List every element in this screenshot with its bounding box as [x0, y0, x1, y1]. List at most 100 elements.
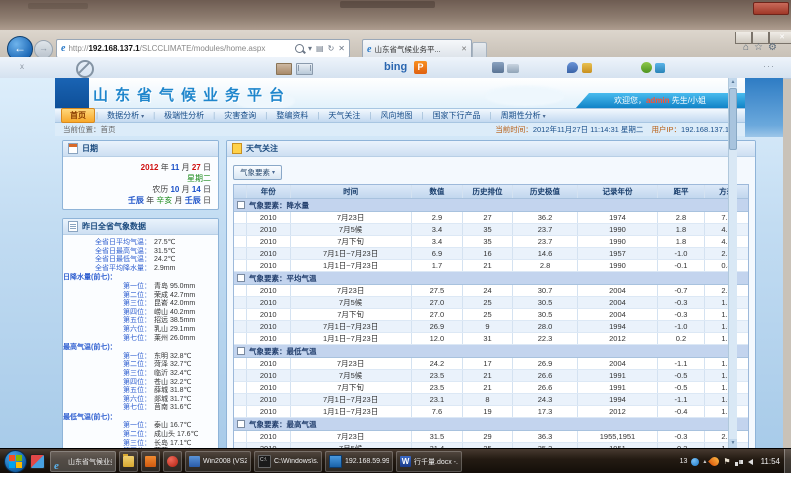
group-header-row[interactable]: 气象要素：最高气温: [234, 418, 748, 431]
table-row[interactable]: 20101月1日~7月23日12.03122.320120.21.6: [234, 333, 748, 345]
nav-item-5[interactable]: 天气关注: [320, 109, 368, 122]
table-cell: 2010: [247, 406, 291, 417]
browser-tab[interactable]: e 山东省气候业务平... ✕: [362, 39, 472, 58]
taskbar-button-word[interactable]: 行千量.docx -...: [396, 451, 462, 472]
taskbar-button-ie[interactable]: 山东省气候业务平...: [50, 451, 116, 472]
taskbar-button-cmd[interactable]: C:\Windows\s...: [254, 451, 322, 472]
nav-item-0[interactable]: 首页: [61, 108, 95, 123]
partner-badge-icon[interactable]: P: [414, 61, 427, 74]
mail-icon[interactable]: [296, 63, 313, 75]
group-checkbox[interactable]: [237, 201, 245, 209]
table-cell: 27: [463, 212, 513, 223]
group-header-row[interactable]: 气象要素：最低气温: [234, 345, 748, 358]
table-row[interactable]: 20107月下旬27.02530.52004-0.31.6: [234, 309, 748, 321]
nav-item-6[interactable]: 风向地图: [372, 109, 420, 122]
element-filter-button[interactable]: 气象要素 ▾: [233, 165, 282, 180]
tab-close-icon[interactable]: ✕: [461, 45, 467, 53]
stats-panel-title: 昨日全省气象数据: [82, 221, 146, 232]
compatibility-view-icon[interactable]: ▤: [316, 44, 324, 53]
toolbar-overflow-icon[interactable]: ···: [763, 61, 775, 71]
nav-item-label: 首页: [70, 111, 86, 120]
antivirus-tray-icon[interactable]: [709, 455, 722, 468]
page-scrollbar[interactable]: ▲ ▼: [728, 78, 737, 448]
blocked-icon[interactable]: [76, 60, 94, 78]
scroll-up-icon[interactable]: ▲: [729, 78, 737, 87]
taskbar-button-vm[interactable]: Win2008 (VS2...: [185, 451, 251, 472]
show-hidden-icons[interactable]: ▴: [703, 458, 706, 465]
show-desktop-button[interactable]: [784, 449, 791, 473]
highlighter-icon[interactable]: [582, 63, 592, 73]
rank-value: 莒南 31.6℃: [151, 404, 191, 413]
taskbar-button-folder[interactable]: [119, 451, 138, 472]
taskbar-button-orange-app[interactable]: [141, 451, 160, 472]
table-row[interactable]: 20107月23日31.52936.31955,1951-0.32.5: [234, 431, 748, 443]
nav-item-4[interactable]: 整编资料: [268, 109, 316, 122]
stats-panel-header: 昨日全省气象数据: [63, 219, 218, 235]
nav-item-1[interactable]: 数据分析▾: [99, 109, 152, 122]
table-cell: 4.8: [705, 224, 748, 235]
nav-item-8[interactable]: 周期性分析▾: [493, 109, 554, 122]
scrollbar-thumb[interactable]: [729, 88, 737, 150]
home-icon[interactable]: ⌂: [743, 42, 749, 53]
calendar-icon: [68, 143, 78, 154]
table-cell: 27.0: [412, 297, 464, 308]
table-cell: 24: [463, 285, 513, 296]
taskbar-button-media[interactable]: [163, 451, 182, 472]
table-cell: 7.6: [412, 406, 464, 417]
table-row[interactable]: 20107月1日~7月23日23.1824.31994-1.11.0: [234, 394, 748, 406]
share-icon[interactable]: [641, 62, 652, 73]
table-row[interactable]: 20101月1日~7月23日7.61917.32012-0.41.6: [234, 406, 748, 418]
scroll-down-icon[interactable]: ▼: [729, 439, 737, 448]
table-row[interactable]: 20107月1日~7月23日26.9928.01994-1.01.0: [234, 321, 748, 333]
row-checkbox-col: [234, 224, 247, 235]
translate-icon[interactable]: [655, 63, 665, 73]
refresh-icon[interactable]: ↻: [328, 44, 335, 53]
rank-value: 荣成 42.7mm: [151, 292, 195, 301]
rank-label: 第六位：: [63, 396, 151, 405]
stop-icon[interactable]: ✕: [338, 44, 345, 53]
table-row[interactable]: 20107月23日24.21726.92004-1.11.8: [234, 358, 748, 370]
row-checkbox-col: [234, 212, 247, 223]
table-cell: 23.5: [412, 382, 464, 393]
background-window-close-button[interactable]: [753, 2, 789, 15]
palette-icon[interactable]: [567, 62, 578, 73]
table-row[interactable]: 20107月下旬3.43523.719901.84.8: [234, 236, 748, 248]
table-row[interactable]: 20107月下旬23.52126.61991-0.51.6: [234, 382, 748, 394]
nav-item-2[interactable]: 极端性分析: [156, 109, 212, 122]
nav-item-3[interactable]: 灾害查询: [216, 109, 264, 122]
screenshot-icon[interactable]: [507, 64, 519, 73]
quick-launch-icon[interactable]: [30, 454, 45, 469]
table-row[interactable]: 20107月5候3.43523.719901.84.8: [234, 224, 748, 236]
table-row[interactable]: 20107月23日27.52430.72004-0.72.0: [234, 285, 748, 297]
ime-indicator[interactable]: 13: [680, 458, 688, 465]
group-checkbox[interactable]: [237, 347, 245, 355]
table-cell: -0.3: [658, 309, 706, 320]
user-ip-value: 192.168.137.1: [681, 125, 729, 134]
action-center-flag-icon[interactable]: ⚑: [723, 457, 730, 466]
table-row[interactable]: 20107月1日~7月23日6.91614.61957-1.02.3: [234, 248, 748, 260]
table-row[interactable]: 20101月1日~7月23日1.7212.81990-0.10.4: [234, 260, 748, 272]
group-header-row[interactable]: 气象要素：降水量: [234, 199, 748, 212]
taskbar-button-rdp[interactable]: 192.168.59.99...: [325, 451, 393, 472]
settings-gear-icon[interactable]: ⚙: [768, 42, 777, 53]
camera-icon[interactable]: [492, 62, 504, 73]
dropdown-caret-icon[interactable]: ▾: [308, 44, 312, 53]
search-icon[interactable]: [295, 44, 304, 53]
group-checkbox[interactable]: [237, 274, 245, 282]
table-row[interactable]: 20107月5候23.52126.61991-0.51.6: [234, 370, 748, 382]
address-bar[interactable]: e http://192.168.137.1/SLCCLIMATE/module…: [56, 39, 350, 58]
volume-icon[interactable]: [748, 459, 753, 465]
toolbar-close-icon[interactable]: x: [20, 62, 24, 71]
messenger-tray-icon[interactable]: [691, 458, 699, 466]
table-row[interactable]: 20107月5候27.02530.52004-0.31.6: [234, 297, 748, 309]
bing-logo[interactable]: bing: [384, 61, 407, 73]
favorites-star-icon[interactable]: ☆: [754, 42, 763, 53]
welcome-banner: 欢迎您，admin 先生/小姐: [575, 93, 745, 109]
taskbar-clock[interactable]: 11:54: [761, 457, 780, 466]
photo-icon[interactable]: [276, 63, 292, 75]
group-checkbox[interactable]: [237, 420, 245, 428]
nav-item-7[interactable]: 国家下行产品: [425, 109, 489, 122]
table-row[interactable]: 20107月23日2.92736.219742.87.6: [234, 212, 748, 224]
group-header-row[interactable]: 气象要素：平均气温: [234, 272, 748, 285]
start-button[interactable]: [4, 450, 27, 473]
